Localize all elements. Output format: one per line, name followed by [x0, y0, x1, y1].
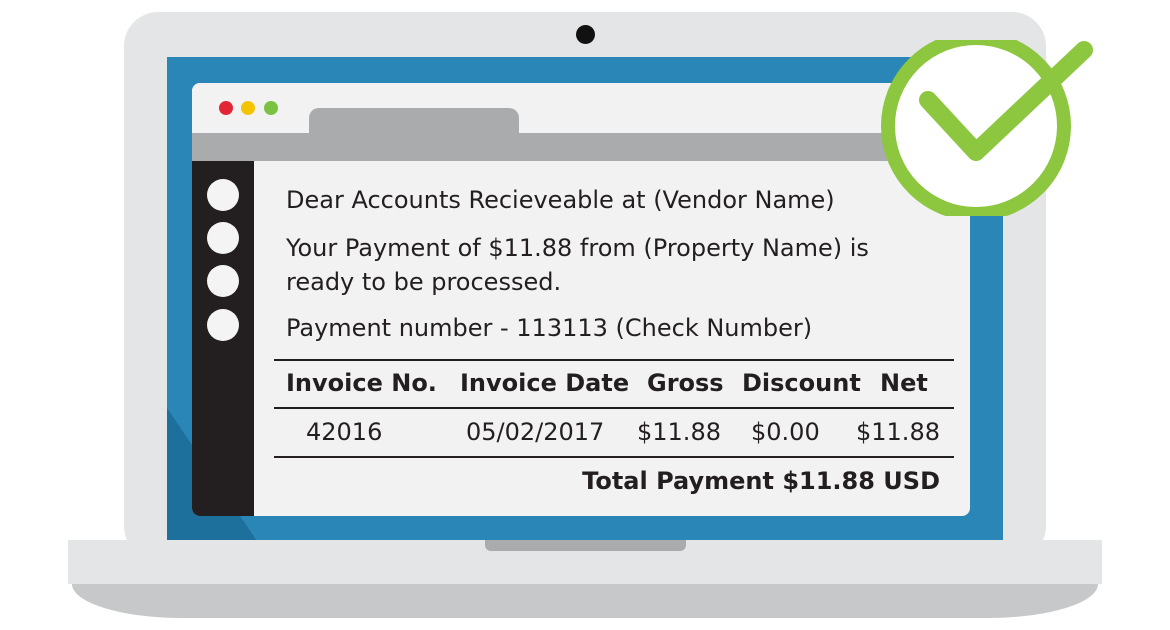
webcam-icon: [576, 25, 595, 44]
table-top-rule: [274, 359, 954, 361]
header-discount: Discount: [742, 369, 861, 397]
browser-window: Dear Accounts Recieveable at (Vendor Nam…: [192, 83, 970, 516]
header-invoice-no: Invoice No.: [286, 369, 437, 397]
laptop-notch: [485, 540, 686, 551]
maximize-dot-icon[interactable]: [264, 101, 278, 115]
cell-discount: $0.00: [751, 418, 820, 446]
browser-titlebar: [192, 83, 970, 161]
header-invoice-date: Invoice Date: [460, 369, 630, 397]
email-content: Dear Accounts Recieveable at (Vendor Nam…: [254, 161, 970, 516]
cell-gross: $11.88: [637, 418, 721, 446]
payment-number-text: Payment number - 113113 (Check Number): [286, 314, 813, 342]
total-payment: Total Payment $11.88 USD: [582, 467, 940, 495]
close-dot-icon[interactable]: [219, 101, 233, 115]
table-header-rule: [274, 407, 954, 409]
sidebar-button-4[interactable]: [207, 309, 239, 341]
sidebar-button-2[interactable]: [207, 222, 239, 254]
header-net: Net: [880, 369, 928, 397]
table-bottom-rule: [274, 456, 954, 458]
greeting-text: Dear Accounts Recieveable at (Vendor Nam…: [286, 186, 835, 214]
laptop-base-bottom: [72, 584, 1098, 618]
checkmark-icon: [881, 40, 1093, 216]
header-gross: Gross: [647, 369, 724, 397]
cell-invoice-date: 05/02/2017: [466, 418, 605, 446]
sidebar-button-1[interactable]: [207, 179, 239, 211]
browser-tab[interactable]: [309, 108, 519, 138]
minimize-dot-icon[interactable]: [241, 101, 255, 115]
message-line-2: ready to be processed.: [286, 268, 562, 296]
cell-net: $11.88: [856, 418, 940, 446]
cell-invoice-no: 42016: [306, 418, 383, 446]
sidebar-button-3[interactable]: [207, 265, 239, 297]
message-line-1: Your Payment of $11.88 from (Property Na…: [286, 234, 869, 262]
sidebar: [192, 161, 254, 516]
